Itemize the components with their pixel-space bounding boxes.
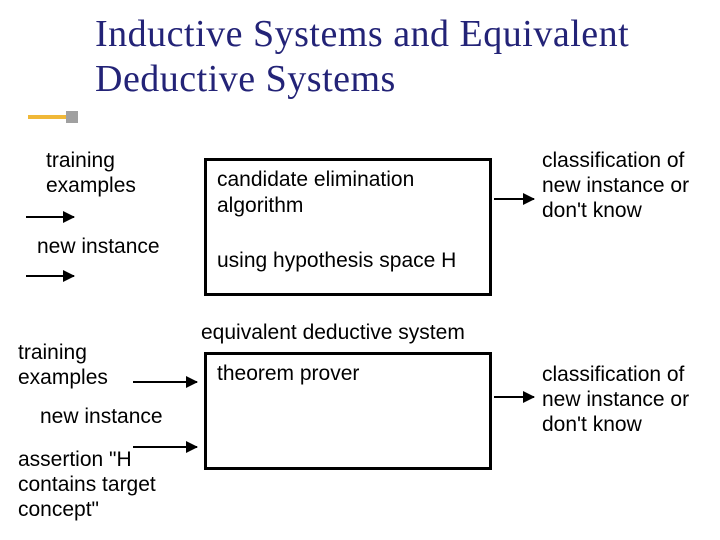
arrow-output-top bbox=[494, 198, 534, 200]
accent-decoration bbox=[28, 108, 78, 126]
arrow-output-bottom bbox=[494, 396, 534, 398]
slide-title: Inductive Systems and Equivalent Deducti… bbox=[95, 12, 695, 102]
arrow-training-bottom bbox=[133, 381, 197, 383]
bottom-output: classification of new instance or don't … bbox=[542, 362, 720, 438]
bottom-box-label: theorem prover bbox=[217, 361, 479, 387]
bottom-input-training: training examples bbox=[18, 340, 148, 390]
top-box-line2: using hypothesis space H bbox=[217, 248, 479, 274]
equivalent-label: equivalent deductive system bbox=[201, 320, 511, 345]
arrow-instance-top bbox=[26, 275, 74, 277]
top-box-line1: candidate elimination algorithm bbox=[217, 167, 479, 220]
arrow-training-top bbox=[26, 216, 74, 218]
bottom-input-new-instance: new instance bbox=[40, 404, 200, 429]
top-input-training: training examples bbox=[46, 148, 176, 198]
top-box: candidate elimination algorithm using hy… bbox=[204, 158, 492, 296]
bottom-input-assertion: assertion "H contains target concept" bbox=[18, 447, 178, 523]
bottom-box: theorem prover bbox=[204, 352, 492, 470]
top-input-new-instance: new instance bbox=[37, 234, 197, 259]
top-output: classification of new instance or don't … bbox=[542, 148, 720, 224]
